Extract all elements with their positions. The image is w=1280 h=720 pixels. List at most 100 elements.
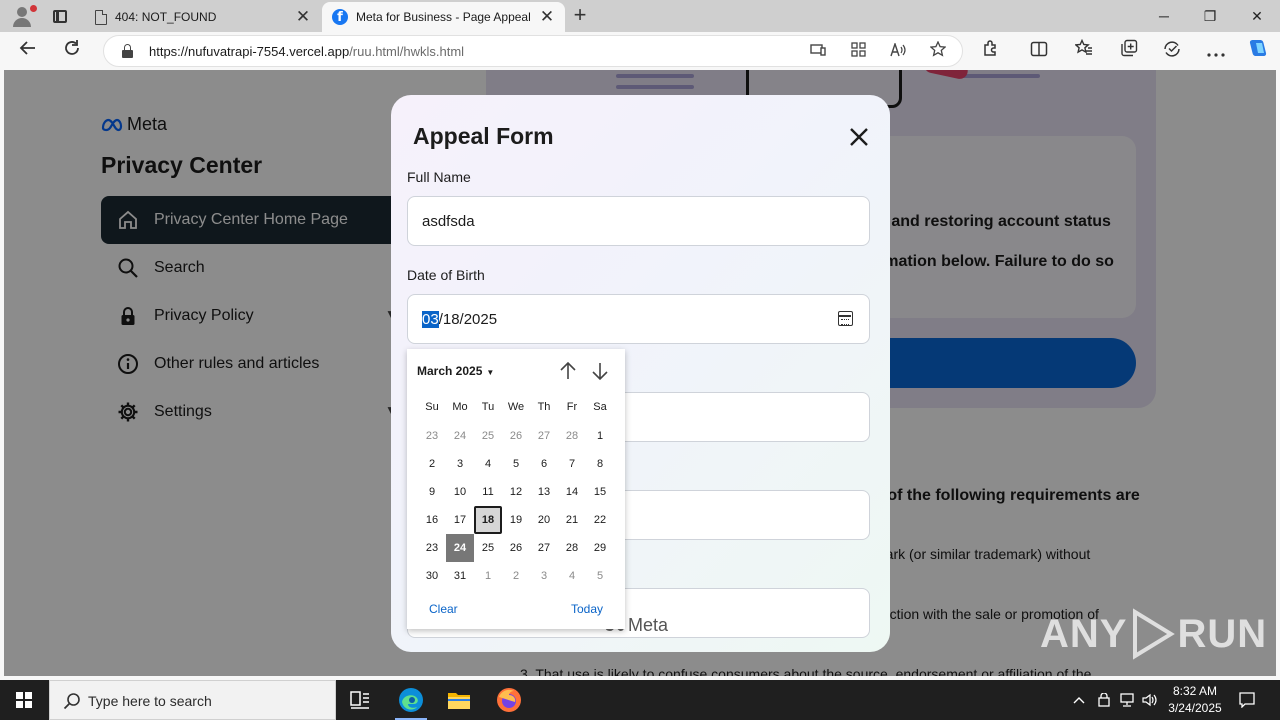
- calendar-day[interactable]: 1: [586, 422, 614, 450]
- tab-close-icon[interactable]: ✕: [539, 7, 555, 27]
- calendar-day[interactable]: 17: [446, 506, 474, 534]
- more-menu-icon[interactable]: [1202, 37, 1230, 65]
- month-year-selector[interactable]: March 2025 ▼: [417, 364, 494, 378]
- modal-title: Appeal Form: [413, 123, 554, 149]
- calendar-day[interactable]: 2: [502, 562, 530, 590]
- taskbar-search[interactable]: Type here to search: [49, 680, 336, 720]
- calendar-day[interactable]: 8: [586, 450, 614, 478]
- maximize-button[interactable]: ❐: [1187, 0, 1233, 32]
- calendar-day[interactable]: 7: [558, 450, 586, 478]
- calendar-day[interactable]: 3: [446, 450, 474, 478]
- security-icon[interactable]: [1093, 680, 1115, 720]
- profile-avatar-icon[interactable]: [8, 3, 37, 29]
- calendar-day[interactable]: 3: [530, 562, 558, 590]
- calendar-day-selected[interactable]: 18: [474, 506, 502, 534]
- calendar-day[interactable]: 25: [474, 422, 502, 450]
- calendar-day[interactable]: 15: [586, 478, 614, 506]
- firefox-icon[interactable]: [485, 680, 533, 720]
- calendar-day[interactable]: 23: [418, 422, 446, 450]
- weekday-label: Su: [425, 401, 439, 413]
- reload-icon[interactable]: [58, 37, 86, 65]
- calendar-day[interactable]: 5: [502, 450, 530, 478]
- dob-input[interactable]: 03/18/2025: [407, 294, 870, 344]
- calendar-day[interactable]: 19: [502, 506, 530, 534]
- calendar-day[interactable]: 26: [502, 534, 530, 562]
- notifications-icon[interactable]: [1236, 680, 1258, 720]
- calendar-day[interactable]: 24: [446, 422, 474, 450]
- taskbar-clock[interactable]: 8:32 AM 3/24/2025: [1160, 683, 1230, 717]
- previous-month-icon[interactable]: [558, 361, 578, 381]
- browser-tab-404[interactable]: 404: NOT_FOUND ✕: [85, 2, 321, 32]
- calendar-day[interactable]: 29: [586, 534, 614, 562]
- close-window-button[interactable]: ✕: [1234, 0, 1280, 32]
- calendar-day[interactable]: 4: [474, 450, 502, 478]
- meta-footer-text: Meta: [628, 615, 669, 635]
- weekday-label: We: [507, 401, 525, 413]
- tab-actions-icon[interactable]: [44, 4, 76, 28]
- minimize-button[interactable]: ─: [1141, 0, 1187, 32]
- read-aloud-icon[interactable]: [886, 40, 910, 64]
- calendar-day[interactable]: 26: [502, 422, 530, 450]
- clear-date-button[interactable]: Clear: [429, 602, 458, 616]
- calendar-day[interactable]: 10: [446, 478, 474, 506]
- calendar-day[interactable]: 1: [474, 562, 502, 590]
- dob-month-segment[interactable]: 03: [422, 311, 439, 328]
- split-screen-icon[interactable]: [1025, 37, 1053, 65]
- calendar-day[interactable]: 14: [558, 478, 586, 506]
- calendar-day[interactable]: 11: [474, 478, 502, 506]
- calendar-day[interactable]: 5: [586, 562, 614, 590]
- copilot-icon[interactable]: [1244, 37, 1272, 65]
- calendar-day[interactable]: 9: [418, 478, 446, 506]
- apps-grid-icon[interactable]: [846, 40, 870, 64]
- calendar-day[interactable]: 4: [558, 562, 586, 590]
- calendar-day[interactable]: 2: [418, 450, 446, 478]
- file-explorer-icon[interactable]: [435, 680, 483, 720]
- play-icon: [1133, 608, 1176, 660]
- calendar-day[interactable]: 22: [586, 506, 614, 534]
- network-icon[interactable]: [1116, 680, 1138, 720]
- calendar-day[interactable]: 16: [418, 506, 446, 534]
- back-icon[interactable]: [14, 37, 42, 65]
- start-button[interactable]: [0, 680, 48, 720]
- calendar-day[interactable]: 30: [418, 562, 446, 590]
- task-view-icon[interactable]: [336, 680, 384, 720]
- calendar-day[interactable]: 31: [446, 562, 474, 590]
- calendar-day[interactable]: 28: [558, 422, 586, 450]
- full-name-input[interactable]: asdfsda: [407, 196, 870, 246]
- document-icon: [95, 9, 107, 25]
- collections-icon[interactable]: [1115, 37, 1143, 65]
- lock-icon[interactable]: [122, 44, 133, 58]
- calendar-day[interactable]: 23: [418, 534, 446, 562]
- new-tab-button[interactable]: +: [569, 4, 591, 28]
- close-icon[interactable]: [847, 125, 871, 149]
- favorites-icon[interactable]: [1070, 37, 1098, 65]
- calendar-day[interactable]: 25: [474, 534, 502, 562]
- browser-tab-meta[interactable]: f Meta for Business - Page Appeal ✕: [322, 2, 565, 32]
- calendar-day[interactable]: 27: [530, 422, 558, 450]
- calendar-day[interactable]: 27: [530, 534, 558, 562]
- tab-close-icon[interactable]: ✕: [295, 7, 311, 27]
- volume-icon[interactable]: [1139, 680, 1161, 720]
- facebook-icon: f: [332, 9, 348, 25]
- address-bar[interactable]: https://nufuvatrapi-7554.vercel.app/ruu.…: [103, 35, 963, 67]
- show-hidden-icons-icon[interactable]: [1068, 680, 1090, 720]
- calendar-icon[interactable]: [838, 311, 853, 326]
- extensions-icon[interactable]: [977, 37, 1005, 65]
- clock-date: 3/24/2025: [1168, 701, 1222, 715]
- calendar-day[interactable]: 20: [530, 506, 558, 534]
- calendar-day[interactable]: 21: [558, 506, 586, 534]
- calendar-day[interactable]: 13: [530, 478, 558, 506]
- device-icon[interactable]: [806, 40, 830, 64]
- performance-icon[interactable]: [1159, 37, 1187, 65]
- today-button[interactable]: Today: [571, 602, 603, 616]
- weekday-label: Th: [537, 401, 551, 413]
- weekday-label: Fr: [566, 401, 578, 413]
- weekday-label: Tu: [481, 401, 495, 413]
- calendar-day[interactable]: 6: [530, 450, 558, 478]
- calendar-day-today[interactable]: 24: [446, 534, 474, 562]
- edge-icon[interactable]: [387, 680, 435, 720]
- calendar-day[interactable]: 12: [502, 478, 530, 506]
- calendar-day[interactable]: 28: [558, 534, 586, 562]
- favorite-star-icon[interactable]: [926, 40, 950, 64]
- next-month-icon[interactable]: [590, 361, 610, 381]
